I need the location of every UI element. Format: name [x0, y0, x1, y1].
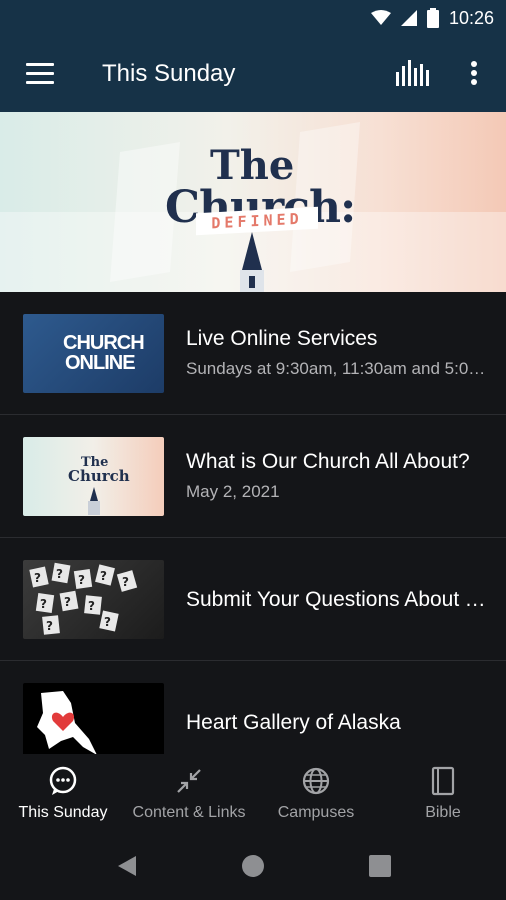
back-icon[interactable] [116, 854, 138, 878]
list-item-title: Heart Gallery of Alaska [186, 711, 401, 734]
menu-icon [26, 63, 54, 66]
question-notes-image: ??? ??? ??? ? [29, 562, 138, 635]
svg-text:?: ? [64, 595, 71, 609]
thumb-steeple [88, 487, 100, 515]
list-item-title: What is Our Church All About? [186, 450, 470, 473]
tab-this-sunday[interactable]: This Sunday [0, 754, 126, 836]
content-list: CHURCH ONLINE Live Online Services Sunda… [0, 292, 506, 754]
page-title: This Sunday [102, 60, 236, 87]
svg-text:?: ? [40, 597, 47, 611]
tab-label: Content & Links [132, 804, 246, 821]
tab-bible[interactable]: Bible [380, 754, 506, 836]
menu-icon-line [26, 81, 54, 84]
system-nav-bar [0, 836, 506, 900]
svg-text:?: ? [104, 615, 111, 629]
svg-text:?: ? [122, 575, 129, 589]
list-item-church-about[interactable]: The Church What is Our Church All About?… [0, 415, 506, 538]
home-icon[interactable] [241, 854, 265, 878]
battery-icon [426, 8, 439, 28]
list-item-submit-questions[interactable]: ??? ??? ??? ? Submit Your Questions Abou… [0, 538, 506, 661]
globe-icon [302, 767, 330, 795]
collapse-arrows-icon [177, 769, 201, 793]
app-bar: This Sunday [0, 36, 506, 112]
alaska-heart-logo [37, 691, 97, 754]
status-bar: 10:26 [0, 0, 506, 36]
svg-text:?: ? [34, 571, 41, 585]
svg-text:?: ? [46, 619, 53, 633]
list-item-live-online[interactable]: CHURCH ONLINE Live Online Services Sunda… [0, 292, 506, 415]
audio-levels-button[interactable] [394, 60, 430, 88]
tab-label: This Sunday [18, 804, 108, 821]
live-online-thumbnail: CHURCH ONLINE [23, 314, 164, 393]
list-item-subtitle: May 2, 2021 [186, 482, 280, 501]
svg-text:?: ? [88, 599, 95, 613]
recents-icon[interactable] [369, 855, 391, 877]
chat-bubble-icon [49, 766, 77, 795]
svg-text:?: ? [56, 567, 63, 581]
tab-content-links[interactable]: Content & Links [126, 754, 252, 836]
more-vert-icon [471, 61, 477, 85]
tab-label: Campuses [277, 804, 355, 821]
svg-text:?: ? [78, 573, 85, 587]
book-icon [431, 766, 455, 796]
more-options-button[interactable] [466, 58, 482, 90]
bottom-tab-bar: This Sunday Content & Links Campuses Bib… [0, 754, 506, 836]
cell-signal-icon [400, 10, 417, 26]
list-item-subtitle: Sundays at 9:30am, 11:30am and 5:00pm [186, 359, 486, 378]
thumb-title-church: Church [68, 467, 130, 485]
questions-thumbnail: ??? ??? ??? ? [23, 560, 164, 639]
church-online-line2: ONLINE [65, 352, 136, 374]
svg-text:?: ? [100, 569, 107, 583]
status-time: 10:26 [448, 7, 494, 28]
list-item-title: Live Online Services [186, 327, 378, 350]
menu-icon-line [26, 72, 54, 75]
audio-levels-icon [396, 60, 429, 86]
hero-banner[interactable]: The Church: DEFINED [0, 112, 506, 292]
tab-label: Bible [425, 804, 461, 821]
tab-campuses[interactable]: Campuses [253, 754, 379, 836]
list-item-heart-gallery[interactable]: Heart Gallery of Alaska [0, 661, 506, 754]
wifi-icon [370, 10, 391, 25]
hero-tag-text: DEFINED [211, 209, 303, 233]
menu-button[interactable] [26, 63, 54, 85]
church-about-thumbnail: The Church [23, 437, 164, 516]
list-item-title: Submit Your Questions About The Church [186, 588, 486, 611]
heart-gallery-thumbnail [23, 683, 164, 754]
steeple-illustration [240, 232, 264, 292]
